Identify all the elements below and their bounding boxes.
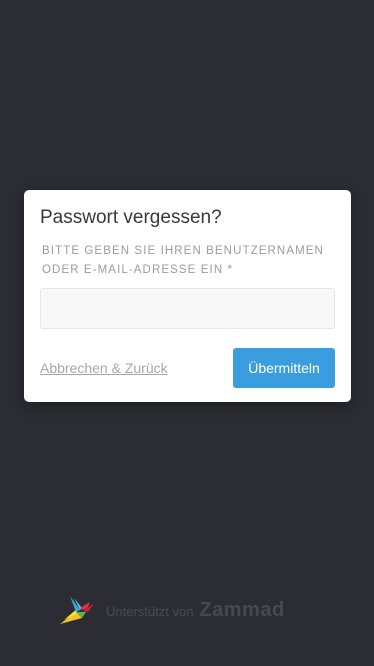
username-email-input[interactable] [40,288,335,329]
username-field-label-line2: oder E-Mail-Adresse ein * [42,264,234,276]
dialog-title: Passwort vergessen? [40,207,222,228]
powered-by-footer[interactable]: Unterstützt von Zammad [56,590,285,630]
dialog-actions: Abbrechen & Zurück Übermitteln [40,348,335,388]
cancel-back-link[interactable]: Abbrechen & Zurück [40,360,168,376]
zammad-brand-text: Zammad [199,598,285,621]
username-field-label: Bitte geben Sie Ihren Benutzernamen oder… [40,242,335,280]
powered-by-text: Unterstützt von [106,604,194,619]
forgot-password-dialog: Passwort vergessen? Bitte geben Sie Ihre… [24,190,351,402]
zammad-bird-logo-icon [60,596,94,624]
login-page: Passwort vergessen? Bitte geben Sie Ihre… [0,0,374,666]
username-field-label-line1: Bitte geben Sie Ihren Benutzernamen [42,245,324,257]
submit-button[interactable]: Übermitteln [233,348,335,388]
